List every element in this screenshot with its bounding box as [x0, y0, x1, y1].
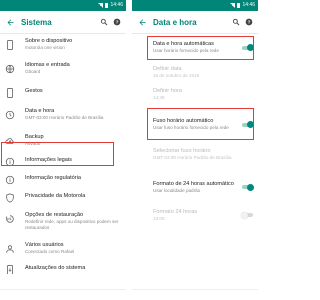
list-item[interactable]: Sobre o dispositivo motorola one vision [0, 34, 126, 57]
list-item-date-time[interactable]: Data e hora GMT-03:00 Horário Padrão de … [0, 101, 126, 128]
list-item[interactable]: Privacidade da Motorola [0, 187, 126, 206]
page-title: Sistema [21, 17, 52, 27]
phone-icon [4, 39, 16, 51]
help-icon[interactable]: ? [244, 16, 254, 28]
clock-icon [4, 109, 16, 121]
list-item-subtitle: 13:00 [153, 215, 165, 221]
24h-format-item[interactable]: Formato 24 horas 13:00 [132, 203, 258, 227]
list-item-title: Sobre o dispositivo [25, 38, 73, 44]
settings-list: Sobre o dispositivo motorola one vision … [0, 34, 126, 274]
signal-icon [230, 3, 236, 8]
list-item-subtitle: Conectado como Rafael [25, 249, 75, 254]
system-settings-screen: 14:46 Sistema ? Sobre o dispositivo moto… [0, 0, 126, 300]
list-item-title: Idiomas e entrada [25, 62, 70, 68]
list-item-subtitle: Redefinir rede, apps ou dispositivo pode… [25, 219, 119, 230]
list-item-title: Backup [25, 134, 44, 140]
history-icon [4, 213, 16, 225]
status-bar: 14:46 [132, 0, 258, 11]
list-item[interactable]: Vários usuários Conectado como Rafael [0, 236, 126, 260]
highlight-box [147, 108, 254, 140]
list-item[interactable]: Idiomas e entrada Gboard [0, 57, 126, 82]
navigation-bar [0, 289, 126, 300]
navigation-bar [132, 289, 258, 300]
list-item-title: Selecionar fuso horário [153, 147, 211, 154]
status-time: 14:46 [242, 2, 255, 8]
battery-icon [237, 3, 241, 8]
list-item-title: Gestos [25, 88, 43, 94]
list-item-subtitle: Gboard [25, 69, 41, 74]
24h-format-toggle[interactable] [241, 211, 254, 219]
globe-icon [4, 63, 16, 75]
info-icon [4, 174, 16, 186]
list-item-title: Atualizações do sistema [25, 265, 86, 271]
phone-icon [4, 87, 16, 99]
search-icon[interactable] [231, 16, 241, 28]
help-icon[interactable]: ? [112, 16, 122, 28]
app-bar: Sistema ? [0, 11, 126, 34]
list-item[interactable]: Atualizações do sistema [0, 260, 126, 274]
auto-24h-format-toggle[interactable] [241, 183, 254, 191]
list-item-subtitle: GMT-03:00 Horário Padrão de Brasília [25, 115, 104, 120]
select-time-zone-item[interactable]: Selecionar fuso horário GMT-03:00 Horári… [132, 139, 258, 169]
page-title: Data e hora [153, 17, 197, 27]
list-item-title: Formato de 24 horas automático [153, 180, 234, 187]
list-item-title: Informação regulatória [25, 175, 81, 181]
arrow-left-icon[interactable] [136, 16, 148, 28]
list-item-subtitle: GMT-03:00 Horário Padrão de Brasília [153, 154, 232, 160]
date-time-screen: 14:46 Data e hora ? Data e hora automáti… [132, 0, 258, 300]
status-time: 14:46 [110, 2, 123, 8]
svg-text:?: ? [116, 20, 119, 25]
settings-list: Data e hora automáticas Usar horário for… [132, 34, 258, 227]
list-item-title: Formato 24 horas [153, 208, 198, 215]
list-item[interactable]: Informação regulatória [0, 169, 126, 187]
list-item[interactable]: Gestos [0, 82, 126, 101]
list-item-subtitle: 14:46 [153, 95, 165, 100]
list-item-title: Vários usuários [25, 242, 64, 248]
list-item[interactable]: Opções de restauração Redefinir rede, ap… [0, 206, 126, 236]
arrow-left-icon[interactable] [4, 16, 16, 28]
highlight-box [1, 142, 114, 166]
list-item-title: Data e hora [25, 108, 55, 114]
list-item-subtitle: motorola one vision [25, 45, 65, 50]
person-icon [4, 243, 16, 255]
signal-icon [98, 3, 104, 8]
list-item-title: Definir data [153, 65, 182, 72]
list-item-title: Privacidade da Motorola [25, 193, 86, 199]
set-time-item[interactable]: Definir hora 14:46 [132, 83, 258, 106]
list-item-subtitle: 16 de outubro de 2019 [153, 72, 200, 78]
highlight-box [147, 36, 254, 60]
shield-icon [4, 192, 16, 204]
auto-24h-format-item[interactable]: Formato de 24 horas automático Usar loca… [132, 169, 258, 203]
svg-text:?: ? [248, 20, 251, 25]
status-bar: 14:46 [0, 0, 126, 11]
search-icon[interactable] [99, 16, 109, 28]
list-item-title: Opções de restauração [25, 212, 84, 218]
app-bar: Data e hora ? [132, 11, 258, 34]
set-date-item[interactable]: Definir data 16 de outubro de 2019 [132, 61, 258, 83]
battery-icon [105, 3, 109, 8]
list-item-subtitle: Usar localidade padrão [153, 187, 201, 193]
list-item-title: Definir hora [153, 88, 182, 94]
system-update-icon [4, 264, 16, 274]
